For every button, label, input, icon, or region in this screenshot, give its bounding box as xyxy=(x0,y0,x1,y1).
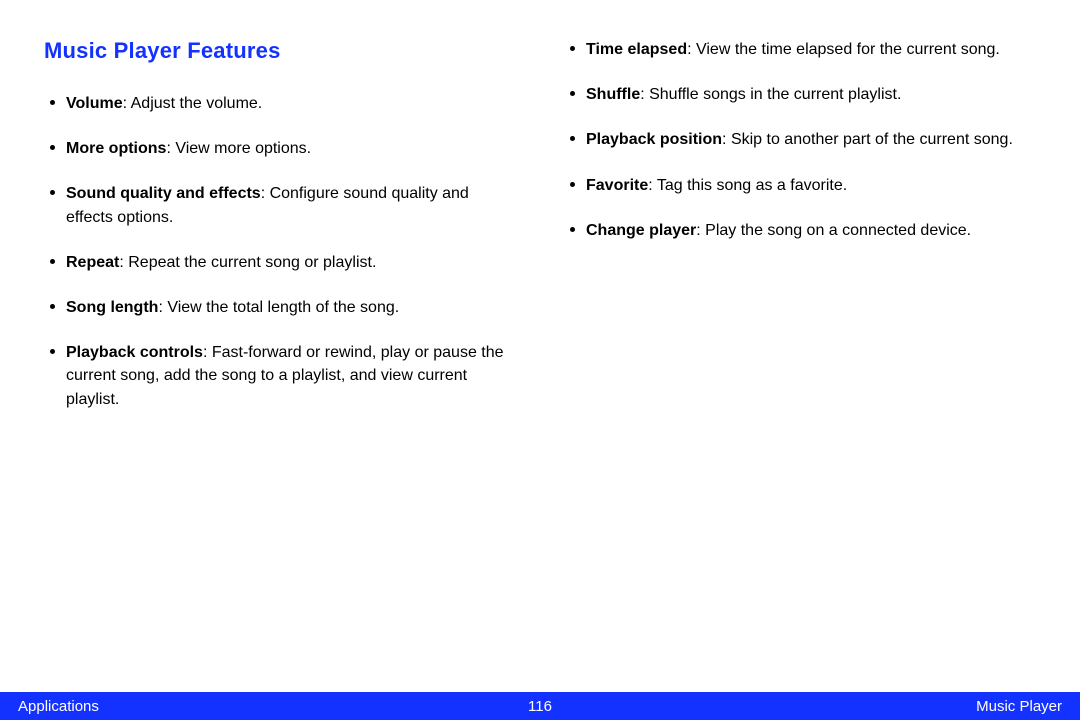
feature-term: Change player xyxy=(586,222,696,239)
list-item: Song length: View the total length of th… xyxy=(44,296,516,319)
feature-desc: : Tag this song as a favorite. xyxy=(648,177,847,194)
list-item: Sound quality and effects: Configure sou… xyxy=(44,182,516,228)
feature-desc: : Adjust the volume. xyxy=(123,95,263,112)
list-item: Volume: Adjust the volume. xyxy=(44,92,516,115)
list-item: Playback position: Skip to another part … xyxy=(564,128,1036,151)
document-page: Music Player Features Volume: Adjust the… xyxy=(0,0,1080,720)
feature-desc: : Shuffle songs in the current playlist. xyxy=(640,86,901,103)
feature-term: Repeat xyxy=(66,254,119,271)
feature-term: Time elapsed xyxy=(586,41,687,58)
content-area: Music Player Features Volume: Adjust the… xyxy=(0,0,1080,720)
feature-desc: : View the total length of the song. xyxy=(158,299,399,316)
list-item: Playback controls: Fast-forward or rewin… xyxy=(44,341,516,411)
feature-term: Playback controls xyxy=(66,344,203,361)
page-footer: Applications 116 Music Player xyxy=(0,692,1080,720)
feature-list-right: Time elapsed: View the time elapsed for … xyxy=(564,38,1036,242)
footer-bar: Applications 116 Music Player xyxy=(0,692,1080,720)
feature-term: Sound quality and effects xyxy=(66,185,261,202)
feature-desc: : View more options. xyxy=(166,140,311,157)
footer-section-right: Music Player xyxy=(976,698,1062,715)
feature-term: Shuffle xyxy=(586,86,640,103)
list-item: Change player: Play the song on a connec… xyxy=(564,219,1036,242)
left-column: Music Player Features Volume: Adjust the… xyxy=(44,38,516,720)
footer-section-left: Applications xyxy=(18,698,99,715)
footer-page-number: 116 xyxy=(528,698,552,715)
list-item: Favorite: Tag this song as a favorite. xyxy=(564,174,1036,197)
feature-desc: : View the time elapsed for the current … xyxy=(687,41,1000,58)
feature-desc: : Play the song on a connected device. xyxy=(696,222,971,239)
feature-list-left: Volume: Adjust the volume. More options:… xyxy=(44,92,516,411)
feature-term: Song length xyxy=(66,299,158,316)
list-item: Shuffle: Shuffle songs in the current pl… xyxy=(564,83,1036,106)
feature-term: More options xyxy=(66,140,166,157)
feature-term: Volume xyxy=(66,95,123,112)
feature-desc: : Skip to another part of the current so… xyxy=(722,131,1013,148)
section-heading: Music Player Features xyxy=(44,38,516,64)
feature-term: Favorite xyxy=(586,177,648,194)
right-column: Time elapsed: View the time elapsed for … xyxy=(564,38,1036,720)
list-item: Repeat: Repeat the current song or playl… xyxy=(44,251,516,274)
feature-term: Playback position xyxy=(586,131,722,148)
list-item: Time elapsed: View the time elapsed for … xyxy=(564,38,1036,61)
list-item: More options: View more options. xyxy=(44,137,516,160)
feature-desc: : Repeat the current song or playlist. xyxy=(119,254,376,271)
